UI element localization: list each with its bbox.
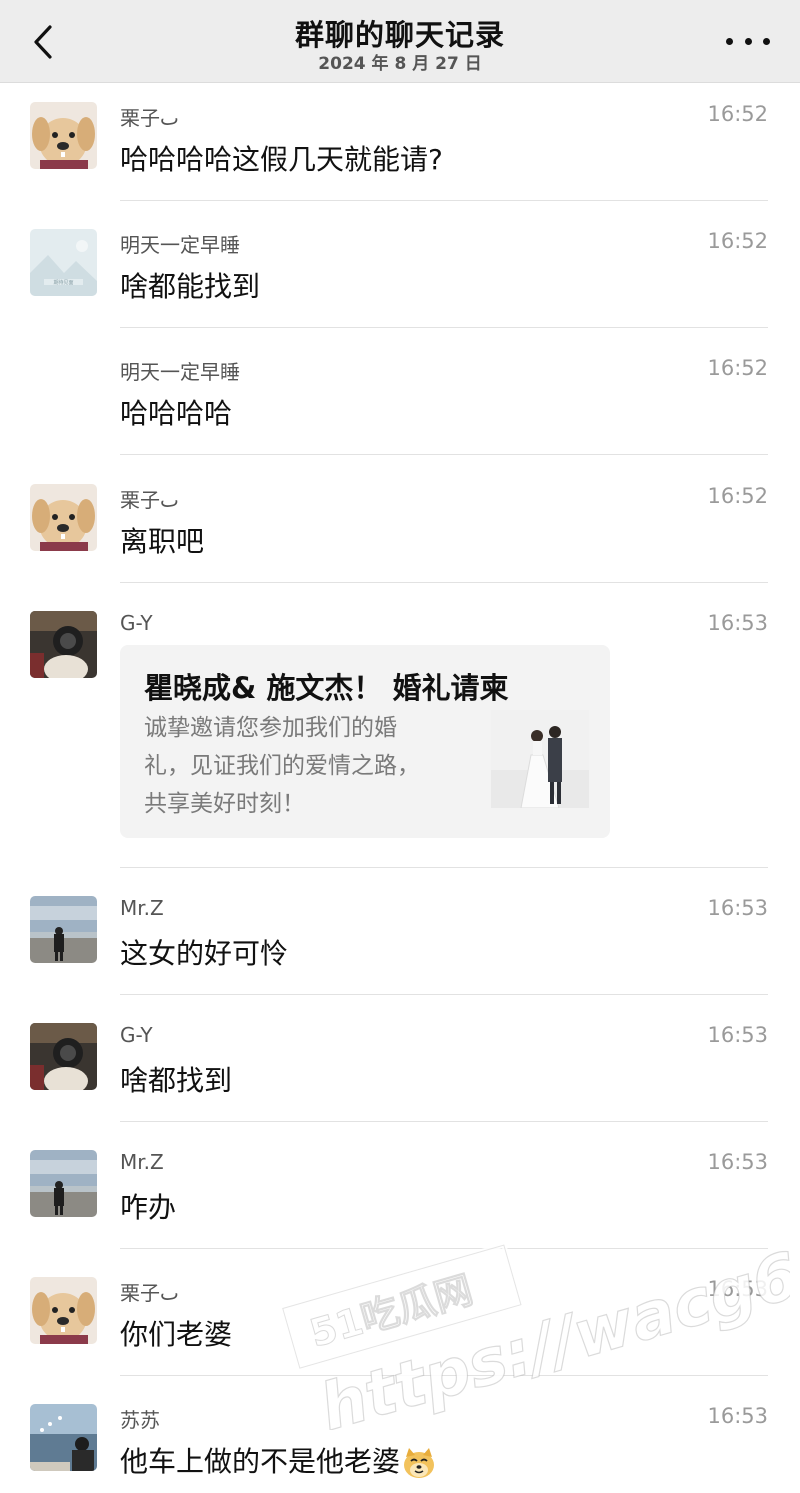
sender-name: 栗子ٮ <box>120 1281 179 1305</box>
message-time: 16:52 <box>707 102 768 126</box>
divider <box>120 454 768 455</box>
more-dots-icon[interactable] <box>726 26 770 56</box>
card-desc-line: 共享美好时刻！ <box>144 791 305 817</box>
avatar-caption: 期待见面 <box>53 279 73 286</box>
wedding-photo-thumbnail <box>491 710 589 808</box>
message-time: 16:53 <box>707 611 768 635</box>
doge-emoji-icon <box>404 1448 435 1478</box>
avatar-golden-puppy[interactable] <box>30 1277 97 1344</box>
card-description: 诚挚邀请您参加我们的婚 礼，见证我们的爱情之路， 共享美好时刻！ <box>144 709 474 823</box>
wedding-invitation-card[interactable]: 瞿晓成& 施文杰！ 婚礼请柬 诚挚邀请您参加我们的婚 礼，见证我们的爱情之路， … <box>120 645 610 838</box>
avatar-golden-puppy[interactable] <box>30 102 97 169</box>
sender-name: 明天一定早睡 <box>120 360 240 384</box>
message-time: 16:53 <box>707 1404 768 1428</box>
avatar-beach-person[interactable] <box>30 1150 97 1217</box>
message-time: 16:53 <box>707 1023 768 1047</box>
message-text: 你们老婆 <box>120 1318 233 1351</box>
avatar-person-dark[interactable] <box>30 1023 97 1090</box>
card-title: 瞿晓成& 施文杰！ 婚礼请柬 <box>144 671 509 705</box>
page-title: 群聊的聊天记录 <box>294 18 505 52</box>
avatar-seaside-person[interactable] <box>30 1404 97 1471</box>
message-text: 咋办 <box>120 1191 177 1224</box>
watermark-line1: 51吃瓜网 <box>305 1268 478 1356</box>
top-bar: 群聊的聊天记录 2024 年 8 月 27 日 <box>0 0 800 83</box>
message-time: 16:52 <box>707 356 768 380</box>
avatar-golden-puppy[interactable] <box>30 484 97 551</box>
message-time: 16:52 <box>707 229 768 253</box>
sender-name: 明天一定早睡 <box>120 233 240 257</box>
sender-name: G-Y <box>120 1023 153 1047</box>
sender-name: Mr.Z <box>120 1150 164 1174</box>
chat-date: 2024 年 8 月 27 日 <box>318 54 482 74</box>
avatar-beach-person[interactable] <box>30 896 97 963</box>
sender-name: 栗子ٮ <box>120 106 179 130</box>
message-time: 16:53 <box>707 1277 768 1301</box>
message-text: 哈哈哈哈 <box>120 397 233 430</box>
message-text: 这女的好可怜 <box>120 937 289 970</box>
message-text: 离职吧 <box>120 525 205 558</box>
message-text: 啥都找到 <box>120 1064 233 1097</box>
sender-name: G-Y <box>120 611 153 635</box>
divider <box>120 867 768 868</box>
message-text-with-emoji: 他车上做的不是他老婆 <box>120 1440 436 1480</box>
sender-name: 苏苏 <box>120 1408 160 1432</box>
divider <box>120 1248 768 1249</box>
sender-name: Mr.Z <box>120 896 164 920</box>
message-time: 16:53 <box>707 1150 768 1174</box>
card-desc-line: 礼，见证我们的爱情之路， <box>144 753 420 779</box>
message-time: 16:53 <box>707 896 768 920</box>
divider <box>120 1121 768 1122</box>
avatar-person-dark[interactable] <box>30 611 97 678</box>
divider <box>120 200 768 201</box>
divider <box>120 994 768 995</box>
card-desc-line: 诚挚邀请您参加我们的婚 <box>144 715 397 741</box>
avatar-landscape-placeholder[interactable]: 期待见面 <box>30 229 97 296</box>
divider <box>120 582 768 583</box>
message-time: 16:52 <box>707 484 768 508</box>
message-text: 啥都能找到 <box>120 270 261 303</box>
divider <box>120 1375 768 1376</box>
watermark-line2: https://wacg6.com <box>312 1191 790 1430</box>
sender-name: 栗子ٮ <box>120 488 179 512</box>
message-text: 哈哈哈哈这假几天就能请? <box>120 143 443 176</box>
message-text: 他车上做的不是他老婆 <box>120 1445 401 1478</box>
divider <box>120 327 768 328</box>
